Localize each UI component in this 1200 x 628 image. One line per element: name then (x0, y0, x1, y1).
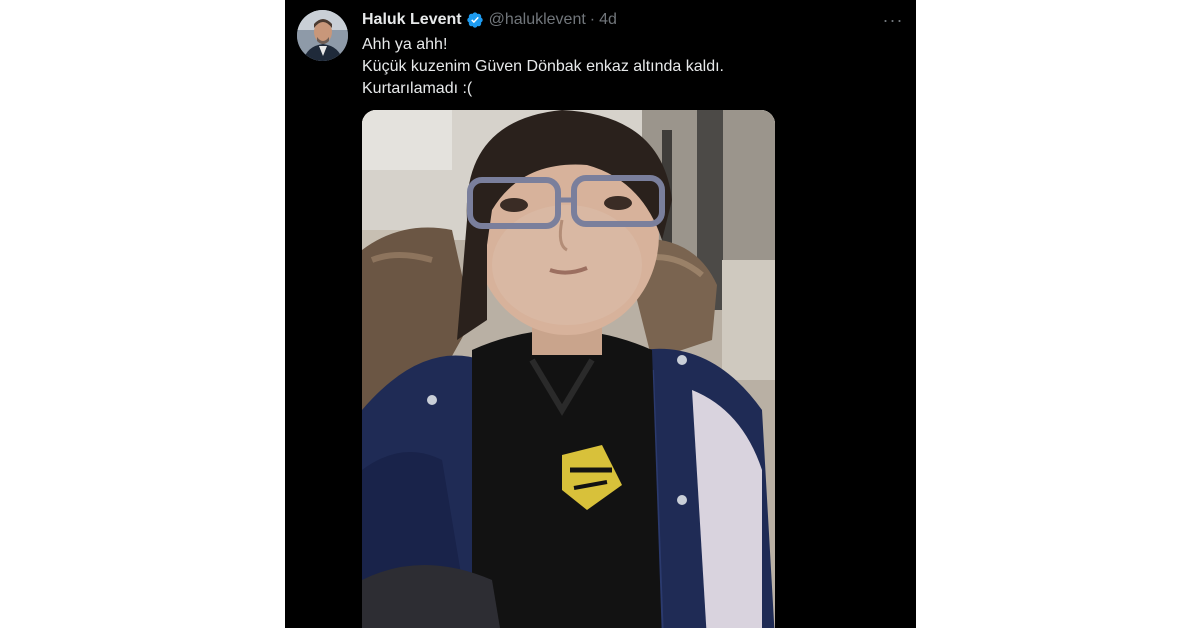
tweet-text-line: Ahh ya ahh! (362, 36, 448, 53)
tweet-card[interactable]: Haluk Levent @haluklevent · 4d ··· Ahh y… (285, 0, 916, 628)
photo-image (362, 110, 775, 628)
tweet-timestamp[interactable]: 4d (599, 11, 617, 29)
separator-dot: · (589, 11, 596, 28)
tweet-header: Haluk Levent @haluklevent · 4d (362, 9, 617, 31)
author-handle[interactable]: @haluklevent (489, 11, 586, 29)
more-options-icon[interactable]: ··· (882, 10, 904, 30)
tweet-photo[interactable] (362, 110, 775, 628)
tweet-text: Ahh ya ahh! Küçük kuzenim Güven Dönbak e… (362, 34, 882, 100)
verified-badge-icon[interactable] (466, 11, 484, 29)
author-avatar[interactable] (297, 10, 348, 61)
tweet-text-line: Küçük kuzenim Güven Dönbak enkaz altında… (362, 58, 724, 75)
tweet-text-line: Kurtarılamadı :( (362, 80, 473, 97)
avatar-image (297, 10, 348, 61)
author-display-name[interactable]: Haluk Levent (362, 11, 462, 29)
